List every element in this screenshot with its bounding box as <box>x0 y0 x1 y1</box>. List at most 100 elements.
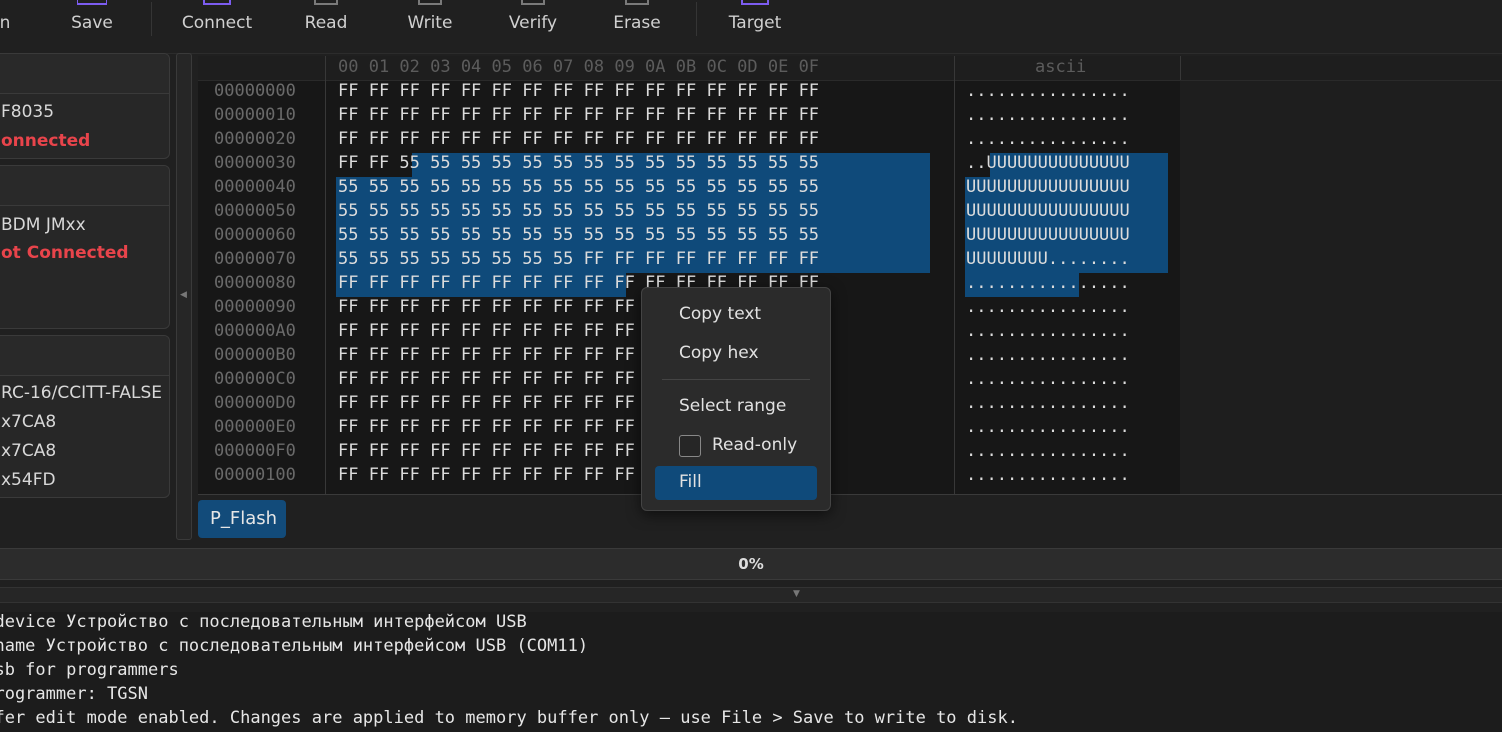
toolbar: n Save Connect Read Write Verify Erase T… <box>0 0 1502 44</box>
row-address: 00000000 <box>214 81 296 101</box>
row-ascii[interactable]: ................ <box>966 321 1130 341</box>
menu-item-label: Fill <box>679 472 702 492</box>
connect-icon <box>203 0 231 5</box>
row-ascii[interactable]: ................ <box>966 441 1130 461</box>
row-address: 000000E0 <box>214 417 296 437</box>
row-hex-bytes[interactable]: FF FF FF FF FF FF FF FF FF FF FF FF FF F… <box>338 81 819 101</box>
programmer-name: BDM JMxx <box>1 215 86 235</box>
row-ascii[interactable]: UUUUUUUU........ <box>966 249 1130 269</box>
row-address: 00000100 <box>214 465 296 485</box>
log-panel: e device Устройство с последовательным и… <box>0 612 1502 732</box>
write-button[interactable]: Write <box>400 0 460 44</box>
checksum-panel: RC-16/CCITT-FALSE x7CA8 x7CA8 x54FD <box>0 335 170 498</box>
row-ascii[interactable]: ................ <box>966 465 1130 485</box>
row-hex-bytes[interactable]: 55 55 55 55 55 55 55 55 55 55 55 55 55 5… <box>338 225 819 245</box>
tab-p-flash[interactable]: P_Flash <box>198 500 286 538</box>
row-ascii[interactable]: ..UUUUUUUUUUUUUU <box>966 153 1130 173</box>
row-hex-bytes[interactable]: FF FF FF FF FF FF FF FF FF FF FF FF FF F… <box>338 105 819 125</box>
row-ascii[interactable]: ................ <box>966 105 1130 125</box>
programmer-status: ot Connected <box>1 243 129 263</box>
menu-item-label: Copy hex <box>679 343 759 363</box>
checksum-value: x7CA8 <box>1 441 57 461</box>
checksum-value: x7CA8 <box>1 412 57 432</box>
collapse-down-icon[interactable]: ▼ <box>793 589 800 599</box>
menu-separator <box>662 379 810 380</box>
log-line: uffer edit mode enabled. Changes are app… <box>0 708 1018 728</box>
row-address: 00000020 <box>214 129 296 149</box>
device-panel-header <box>0 54 169 94</box>
menu-item-copy-hex[interactable]: Copy hex <box>655 337 817 371</box>
row-hex-bytes[interactable]: 55 55 55 55 55 55 55 55 55 55 55 55 55 5… <box>338 201 819 221</box>
verify-button[interactable]: Verify <box>503 0 563 44</box>
row-ascii[interactable]: ................ <box>966 129 1130 149</box>
target-button-label: Target <box>728 13 782 33</box>
row-ascii[interactable]: UUUUUUUUUUUUUUUU <box>966 201 1130 221</box>
row-ascii[interactable]: UUUUUUUUUUUUUUUU <box>966 177 1130 197</box>
row-ascii[interactable]: ................ <box>966 297 1130 317</box>
row-hex-bytes[interactable]: FF FF FF FF FF FF FF FF FF FF FF FF FF F… <box>338 129 819 149</box>
checksum-value: x54FD <box>1 470 56 490</box>
row-hex-bytes[interactable]: FF FF 55 55 55 55 55 55 55 55 55 55 55 5… <box>338 153 819 173</box>
erase-button-label: Erase <box>613 13 661 33</box>
progress-bar: 0% <box>0 548 1502 580</box>
row-address: 000000B0 <box>214 345 296 365</box>
ascii-column-header: ascii <box>1035 57 1087 77</box>
row-address: 000000A0 <box>214 321 296 341</box>
ascii-header-edge <box>1180 56 1181 80</box>
read-button-label: Read <box>304 13 348 33</box>
menu-item-select-range[interactable]: Select range <box>655 390 817 424</box>
menu-item-copy-text[interactable]: Copy text <box>655 298 817 332</box>
menu-item-read-only[interactable]: Read-only <box>655 429 817 463</box>
tab-label: P_Flash <box>210 508 278 529</box>
erase-button[interactable]: Erase <box>607 0 667 44</box>
row-ascii[interactable]: ................ <box>966 417 1130 437</box>
row-address: 00000080 <box>214 273 296 293</box>
vertical-splitter[interactable]: ◀ <box>176 53 192 540</box>
row-ascii[interactable]: ................ <box>966 81 1130 101</box>
write-icon <box>418 0 442 5</box>
collapse-left-icon[interactable]: ◀ <box>180 290 187 300</box>
log-line: programmer: TGSN <box>0 684 148 704</box>
read-icon <box>314 0 338 5</box>
read-button[interactable]: Read <box>296 0 356 44</box>
row-address: 000000D0 <box>214 393 296 413</box>
log-line: usb for programmers <box>0 660 179 680</box>
menu-item-fill[interactable]: Fill <box>655 466 817 500</box>
device-status: onnected <box>1 131 91 151</box>
checksum-algorithm: RC-16/CCITT-FALSE <box>1 383 162 403</box>
log-line: e name Устройство с последовательным инт… <box>0 636 589 656</box>
save-icon <box>77 0 107 5</box>
row-address: 00000030 <box>214 153 296 173</box>
verify-icon <box>521 0 545 5</box>
hex-editor[interactable]: 00 01 02 03 04 05 06 07 08 09 0A 0B 0C 0… <box>198 56 1502 494</box>
save-button[interactable]: Save <box>62 0 122 44</box>
target-button[interactable]: Target <box>720 0 790 44</box>
row-address: 00000090 <box>214 297 296 317</box>
row-address: 00000010 <box>214 105 296 125</box>
row-ascii[interactable]: ................ <box>966 393 1130 413</box>
row-hex-bytes[interactable]: 55 55 55 55 55 55 55 55 55 55 55 55 55 5… <box>338 177 819 197</box>
programmer-panel-header <box>0 166 169 206</box>
row-address: 00000050 <box>214 201 296 221</box>
tab-bar-border <box>198 494 1502 495</box>
toolbar-divider <box>696 2 697 36</box>
row-address: 00000040 <box>214 177 296 197</box>
row-hex-bytes[interactable]: 55 55 55 55 55 55 55 55 FF FF FF FF FF F… <box>338 249 819 269</box>
row-ascii[interactable]: UUUUUUUUUUUUUUUU <box>966 225 1130 245</box>
row-address: 000000F0 <box>214 441 296 461</box>
row-ascii[interactable]: ................ <box>966 345 1130 365</box>
context-menu: Copy text Copy hex Select range Read-onl… <box>641 287 831 511</box>
log-splitter[interactable]: ▼ <box>0 587 1502 603</box>
row-address: 00000070 <box>214 249 296 269</box>
address-divider <box>325 56 326 494</box>
row-ascii[interactable]: ................ <box>966 273 1130 293</box>
row-address: 00000060 <box>214 225 296 245</box>
device-id: F8035 <box>1 102 55 122</box>
erase-icon <box>625 0 649 5</box>
row-ascii[interactable]: ................ <box>966 369 1130 389</box>
open-button[interactable]: n <box>0 0 30 44</box>
connect-button[interactable]: Connect <box>177 0 257 44</box>
column-header: 00 01 02 03 04 05 06 07 08 09 0A 0B 0C 0… <box>338 57 820 77</box>
read-only-checkbox[interactable] <box>679 435 701 457</box>
menu-item-label: Copy text <box>679 304 762 324</box>
